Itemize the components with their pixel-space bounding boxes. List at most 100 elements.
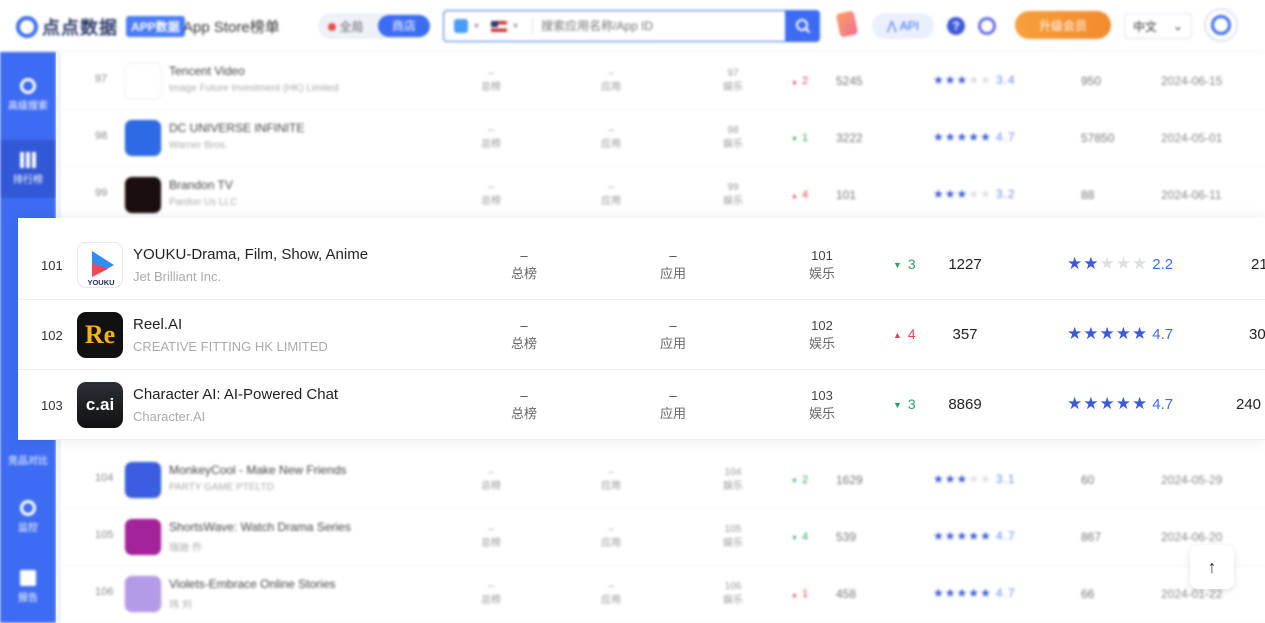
sidebar-item-label: 报告: [18, 593, 38, 604]
metric-value: 539: [836, 530, 857, 544]
sidebar-item-label: 监控: [18, 523, 38, 534]
developer-name: Pardon Us LLC: [169, 197, 238, 208]
table-row[interactable]: 106 Violets-Embrace Online Stories 玮 刘 – 总榜 –…: [61, 566, 1265, 623]
developer-name: 瑞驰 乔: [169, 543, 202, 554]
api-button[interactable]: ⋀ API: [872, 13, 934, 39]
overall-label: 总榜: [481, 481, 501, 492]
logo[interactable]: 点点数据: [16, 14, 118, 40]
star-icon: ★: [980, 529, 992, 543]
app-name[interactable]: Tencent Video: [169, 64, 245, 78]
star-icon: ★: [933, 472, 945, 486]
app-label: 应用: [601, 196, 621, 207]
rank-change: ▼ 2: [791, 474, 808, 486]
app-name[interactable]: MonkeyCool - Make New Friends: [169, 463, 346, 477]
sidebar-item-ranking[interactable]: 排行榜: [0, 140, 56, 198]
app-rank: –: [608, 68, 614, 79]
metric-value: 1629: [836, 473, 863, 487]
rating-value: 4.7: [995, 130, 1016, 144]
search-input[interactable]: [541, 19, 762, 33]
rank-change: ▼ 4: [791, 531, 808, 543]
star-icon: ★: [1067, 394, 1084, 413]
app-name[interactable]: Character AI: AI-Powered Chat: [133, 386, 338, 403]
app-icon[interactable]: [124, 575, 162, 613]
scope-store-tab[interactable]: 商店: [378, 15, 430, 37]
star-icon: ★: [968, 529, 981, 543]
sidebar-item-compare[interactable]: 竞品对比: [0, 452, 56, 467]
table-row[interactable]: 101 YOUKU YOUKU-Drama, Film, Show, Anime Je…: [18, 230, 1265, 300]
app-name[interactable]: Reel.AI: [133, 316, 182, 333]
chevron-down-icon[interactable]: ▾: [474, 21, 479, 32]
star-icon: ★: [944, 472, 957, 486]
app-icon[interactable]: Re: [77, 312, 123, 358]
arrow-down-icon: ▼: [893, 260, 902, 270]
app-name[interactable]: Brandon TV: [169, 178, 233, 192]
app-icon[interactable]: [124, 119, 162, 157]
search-icon: [796, 19, 811, 34]
star-icon: ★: [968, 586, 981, 600]
app-rank: –: [608, 467, 614, 478]
ratings-count: 88: [1081, 188, 1095, 202]
search-button[interactable]: [786, 10, 820, 42]
rank-change: ▲ 2: [791, 75, 808, 87]
avatar[interactable]: [1204, 8, 1238, 42]
app-label: 应用: [601, 82, 621, 93]
metric-value: 1227: [948, 256, 982, 273]
api-label: API: [899, 19, 920, 33]
app-name[interactable]: YOUKU-Drama, Film, Show, Anime: [133, 246, 368, 263]
app-rank: –: [669, 318, 677, 333]
sidebar-item-advanced-search[interactable]: 高级搜索: [0, 78, 56, 112]
app-icon[interactable]: [124, 461, 162, 499]
app-icon[interactable]: [124, 176, 162, 214]
overall-label: 总榜: [481, 196, 501, 207]
app-icon[interactable]: c.ai: [77, 382, 123, 428]
star-icon: ★: [980, 472, 992, 486]
promo-icon[interactable]: [835, 10, 859, 38]
app-data-badge[interactable]: APP数据: [126, 16, 185, 37]
category-label: 娱乐: [808, 336, 835, 351]
table-row[interactable]: 98 DC UNIVERSE INFINITE Warner Bros. – 总榜 – 应用…: [61, 110, 1265, 167]
app-label: 应用: [659, 336, 686, 351]
svg-text:YOUKU: YOUKU: [87, 278, 114, 287]
us-flag-icon[interactable]: [491, 20, 508, 32]
app-label: 应用: [601, 481, 621, 492]
table-row[interactable]: 104 MonkeyCool - Make New Friends PARTY GA…: [61, 452, 1265, 509]
sidebar-item-report[interactable]: 报告: [0, 570, 56, 604]
app-store-icon[interactable]: [454, 19, 468, 33]
metric-value: 3222: [836, 131, 863, 145]
developer-name: Image Future Investment (HK) Limited: [169, 83, 339, 94]
table-row[interactable]: 103 c.ai Character AI: AI-Powered Chat Char…: [18, 370, 1265, 440]
sidebar-item-monitor[interactable]: 监控: [0, 500, 56, 534]
table-row[interactable]: 97 Tencent Video Image Future Investment (…: [61, 53, 1265, 110]
scope-all-tab[interactable]: 全局: [318, 18, 374, 35]
star-icon: ★: [1067, 324, 1084, 343]
arrow-up-icon: ▲: [893, 330, 902, 340]
table-row[interactable]: 99 Brandon TV Pardon Us LLC – 总榜 – 应用 99 娱乐 ▲ 4 101…: [61, 167, 1265, 224]
top-bar: 点点数据 APP数据 App Store榜单 全局 商店 ▾ ▾ ⋀ API ?: [0, 0, 1265, 52]
sidebar-item-label: 排行榜: [13, 175, 43, 186]
overall-rank: –: [520, 248, 528, 263]
message-icon[interactable]: [978, 17, 996, 35]
developer-name: Jet Brilliant Inc.: [133, 269, 222, 284]
app-icon[interactable]: YOUKU: [77, 242, 123, 288]
app-name[interactable]: Violets-Embrace Online Stories: [169, 577, 336, 591]
app-icon[interactable]: [124, 62, 162, 100]
star-icon: ★: [980, 130, 992, 144]
ratings-count: 240: [1236, 396, 1262, 413]
star-icon: ★: [1132, 324, 1149, 343]
chevron-down-icon[interactable]: ▾: [513, 21, 518, 32]
app-rank: –: [669, 248, 677, 263]
table-row[interactable]: 105 ShortsWave: Watch Drama Series 瑞驰 乔 – 总榜…: [61, 509, 1265, 566]
back-to-top-button[interactable]: ↑: [1190, 545, 1234, 589]
upgrade-button[interactable]: 升级会员: [1015, 11, 1111, 39]
overall-rank: –: [520, 388, 528, 403]
language-select[interactable]: 中文 ⌄: [1124, 13, 1192, 39]
avatar-logo-icon: [1211, 15, 1231, 35]
app-label: 应用: [659, 266, 686, 281]
app-icon[interactable]: [124, 518, 162, 556]
app-name[interactable]: DC UNIVERSE INFINITE: [169, 121, 304, 135]
table-row[interactable]: 102 Re Reel.AI CREATIVE FITTING HK LIMITED –…: [18, 300, 1265, 370]
app-name[interactable]: ShortsWave: Watch Drama Series: [169, 520, 351, 534]
metric-value: 101: [836, 188, 857, 202]
help-icon[interactable]: ?: [947, 17, 965, 35]
rank: 102: [41, 328, 63, 343]
